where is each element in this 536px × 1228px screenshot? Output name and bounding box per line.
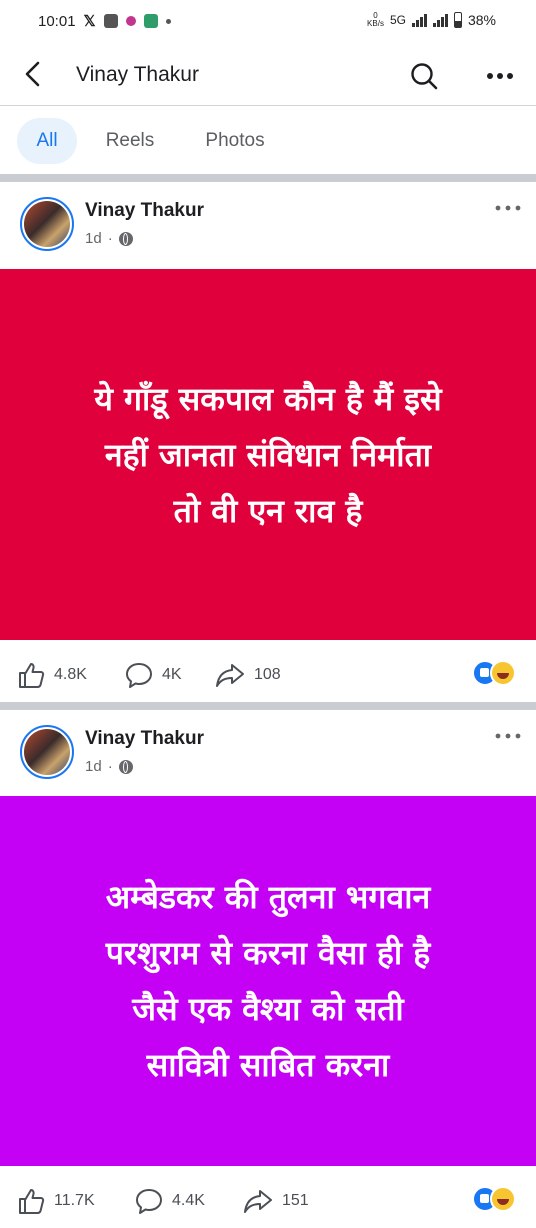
meta-dot: · [107, 230, 113, 247]
avatar-image [24, 729, 70, 775]
avatar-image [24, 201, 70, 247]
post-options-button[interactable] [492, 200, 524, 216]
comment-button[interactable]: 4K [124, 660, 182, 690]
haha-reaction-icon [490, 660, 516, 686]
notification-app-icon [125, 16, 136, 26]
like-icon [19, 1189, 45, 1214]
tab-photos[interactable]: Photos [192, 118, 278, 164]
avatar[interactable] [20, 197, 74, 251]
battery-icon [453, 12, 462, 28]
back-arrow-icon [25, 61, 40, 87]
globe-icon [118, 759, 133, 774]
tab-all[interactable]: All [17, 118, 77, 164]
comment-icon [126, 663, 152, 688]
signal-2-icon [432, 13, 448, 27]
share-count: 151 [282, 1192, 309, 1209]
comment-icon [136, 1189, 162, 1214]
post-time: 1d [85, 230, 102, 247]
post-actions: 11.7K 4.4K 151 [0, 1166, 536, 1228]
avatar[interactable] [20, 725, 74, 779]
share-button[interactable]: 151 [242, 1186, 309, 1216]
vi-app-icon [143, 14, 158, 28]
back-button[interactable] [18, 58, 50, 90]
status-right: 0 KB/s 5G 38% [367, 12, 496, 28]
post-header: Vinay Thakur 1d · [0, 710, 536, 796]
search-icon [411, 63, 438, 90]
search-button[interactable] [408, 60, 440, 92]
post-header: Vinay Thakur 1d · [0, 182, 536, 268]
post-author[interactable]: Vinay Thakur [85, 200, 204, 222]
filter-tabs: All Reels Photos [0, 106, 536, 174]
post-text: ये गाँडू सकपाल कौन है मैं इसे नहीं जानता… [94, 379, 442, 530]
like-count: 4.8K [54, 666, 87, 683]
tab-reels[interactable]: Reels [96, 118, 164, 164]
like-button[interactable]: 11.7K [16, 1186, 95, 1216]
more-horizontal-icon [487, 73, 513, 79]
comment-button[interactable]: 4.4K [134, 1186, 205, 1216]
globe-icon [118, 231, 133, 246]
reactions-summary[interactable] [472, 660, 522, 686]
network-type: 5G [389, 13, 406, 27]
reactions-summary[interactable] [472, 1186, 522, 1212]
share-count: 108 [254, 666, 281, 683]
share-button[interactable]: 108 [214, 660, 281, 690]
post-meta: 1d · [85, 230, 133, 247]
post-time: 1d [85, 758, 102, 775]
battery-level: 38% [467, 12, 496, 28]
post-options-button[interactable] [492, 728, 524, 744]
haha-reaction-icon [490, 1186, 516, 1212]
comment-count: 4K [162, 666, 182, 683]
signal-1-icon [411, 13, 427, 27]
comment-count: 4.4K [172, 1192, 205, 1209]
clock: 10:01 [38, 12, 76, 30]
post-text: अम्बेडकर की तुलना भगवान परशुराम से करना … [105, 878, 431, 1084]
feed-separator [0, 702, 536, 710]
like-icon [19, 663, 45, 688]
data-rate-unit: KB/s [367, 19, 384, 28]
post-text-banner[interactable]: ये गाँडू सकपाल कौन है मैं इसे नहीं जानता… [0, 269, 536, 640]
paytm-icon [103, 14, 118, 28]
page-title: Vinay Thakur [76, 63, 199, 86]
feed-separator [0, 174, 536, 182]
like-button[interactable]: 4.8K [16, 660, 87, 690]
more-horizontal-icon [495, 733, 521, 739]
x-app-icon: 𝕏 [83, 13, 96, 30]
post-author[interactable]: Vinay Thakur [85, 728, 204, 750]
share-icon [244, 1190, 272, 1213]
post-actions: 4.8K 4K 108 [0, 640, 536, 702]
status-left: 10:01 𝕏 [38, 12, 171, 30]
status-bar: 10:01 𝕏 0 KB/s 5G 38% [0, 0, 536, 44]
more-horizontal-icon [495, 205, 521, 211]
more-options-button[interactable] [482, 60, 518, 92]
more-notifications-dot-icon [165, 18, 171, 24]
data-rate: 0 KB/s [367, 12, 384, 28]
post-text-banner[interactable]: अम्बेडकर की तुलना भगवान परशुराम से करना … [0, 796, 536, 1166]
top-app-bar: Vinay Thakur [0, 44, 536, 106]
meta-dot: · [107, 758, 113, 775]
post-meta: 1d · [85, 758, 133, 775]
share-icon [216, 664, 244, 687]
like-count: 11.7K [54, 1192, 95, 1209]
